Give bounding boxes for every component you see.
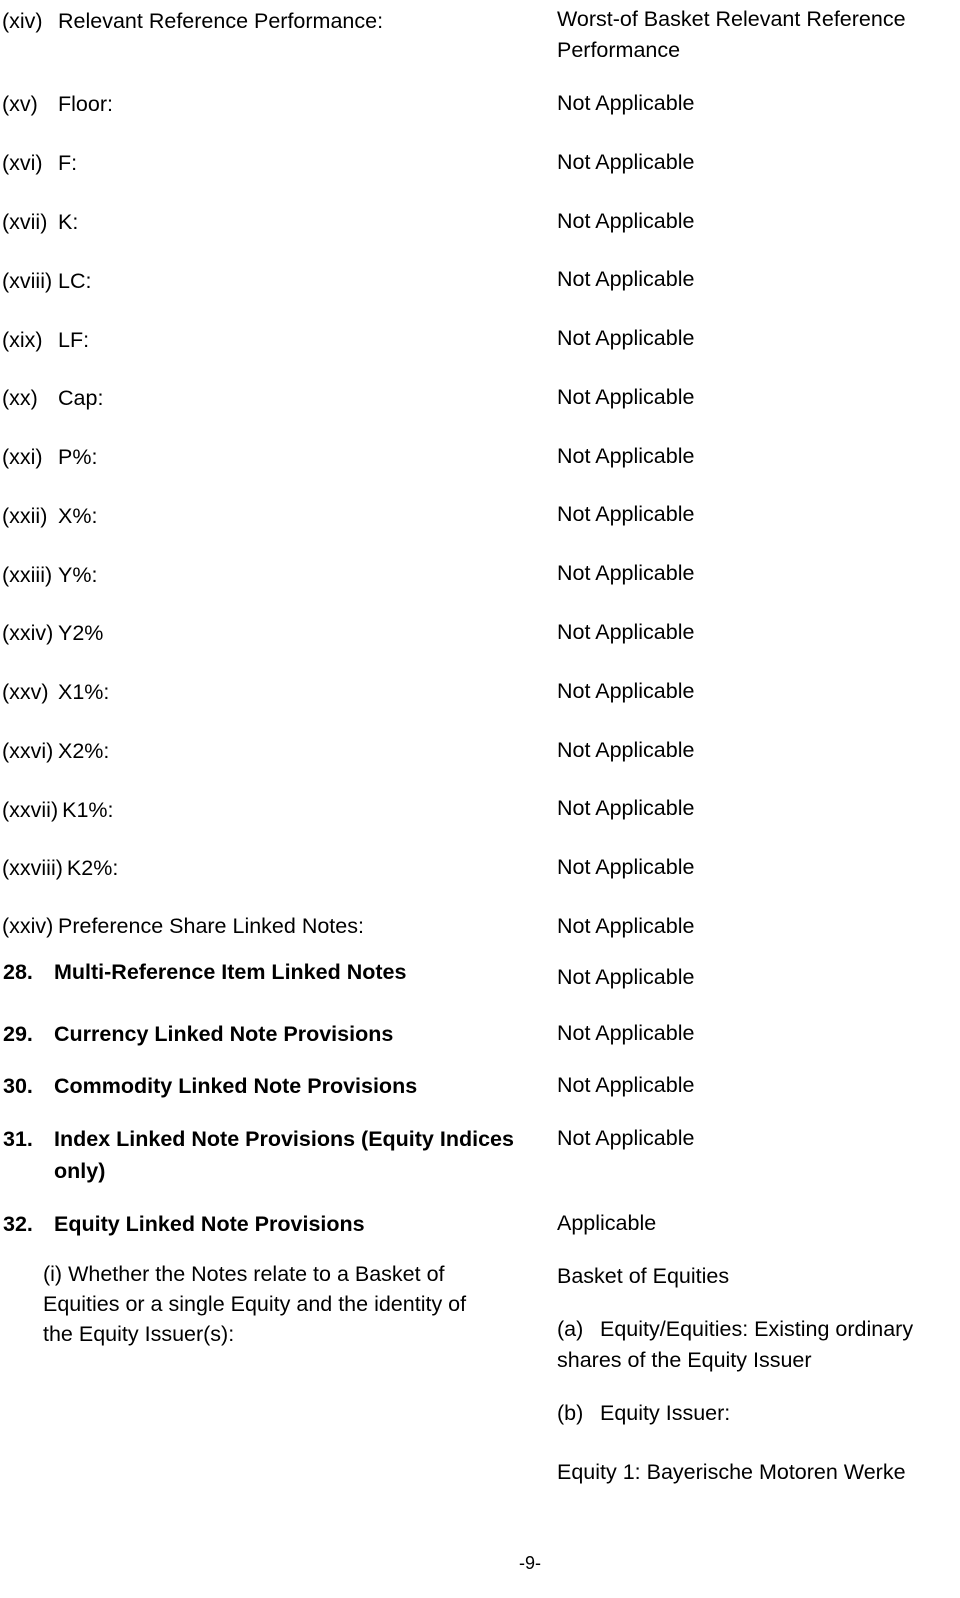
equity-1-issuer: Equity 1: Bayerische Motoren Werke — [557, 1460, 906, 1484]
item-label: Multi-Reference Item Linked Notes — [54, 960, 407, 984]
roman-item-label: X2%: — [58, 739, 110, 763]
list-item: (xxiv) Preference Share Linked Notes: — [2, 911, 542, 941]
roman-numeral: (xvi) — [2, 151, 43, 175]
roman-item-label: Floor: — [58, 92, 113, 116]
roman-numeral: (xxvii) — [2, 798, 59, 822]
document-page: (xiv) Relevant Reference Performance: (x… — [0, 0, 960, 1598]
roman-item-label: X%: — [58, 504, 98, 528]
list-item-value: Not Applicable — [557, 444, 695, 468]
roman-numeral: (xx) — [2, 386, 38, 410]
item-a-text: Equity/Equities: Existing ordinary share… — [557, 1317, 914, 1372]
list-item: (xiv) Relevant Reference Performance: — [2, 6, 542, 36]
equity-item-a: (a) Equity/Equities: Existing ordinary sh… — [557, 1314, 960, 1376]
numbered-item: 28. Multi-Reference Item Linked Notes — [3, 956, 523, 988]
roman-numeral: (xxii) — [2, 504, 48, 528]
item-b-tag: (b) — [557, 1401, 584, 1425]
roman-item-label: X1%: — [58, 680, 110, 704]
list-item: (xxviii) K2%: — [2, 853, 542, 883]
item-number: 30. — [3, 1074, 33, 1098]
roman-item-label: K: — [58, 210, 79, 234]
list-item: (xviii) LC: — [2, 266, 542, 296]
item-number: 32. — [3, 1212, 33, 1236]
list-item-value: Not Applicable — [557, 267, 695, 291]
roman-item-label: Y2% — [58, 621, 104, 645]
roman-item-label: Relevant Reference Performance: — [58, 9, 384, 33]
list-item: (xxii) X%: — [2, 501, 542, 531]
item-a-tag: (a) — [557, 1317, 584, 1341]
roman-item-label: K2%: — [66, 856, 119, 880]
item-label: Currency Linked Note Provisions — [54, 1022, 394, 1046]
roman-numeral: (xxvi) — [2, 739, 54, 763]
list-item: (xxvi) X2%: — [2, 736, 542, 766]
roman-numeral: (xxi) — [2, 445, 43, 469]
roman-item-label: LC: — [58, 269, 92, 293]
list-item-value: Not Applicable — [557, 150, 695, 174]
item-number: 28. — [3, 960, 33, 984]
roman-item-label: LF: — [58, 328, 90, 352]
list-item: (xxiii) Y%: — [2, 560, 542, 590]
roman-numeral: (xxiv) — [2, 621, 54, 645]
item-number: 31. — [3, 1127, 33, 1151]
roman-item-label: Preference Share Linked Notes: — [58, 914, 364, 938]
list-item: (xvii) K: — [2, 207, 542, 237]
roman-numeral: (xxv) — [2, 680, 49, 704]
item-label: Commodity Linked Note Provisions — [54, 1074, 418, 1098]
numbered-item-value: Not Applicable — [557, 1021, 695, 1045]
item-b-text: Equity Issuer: — [600, 1401, 731, 1425]
list-item-value: Not Applicable — [557, 620, 695, 644]
roman-numeral: (xxiii) — [2, 563, 53, 587]
list-item-value: Not Applicable — [557, 738, 695, 762]
list-item: (xxv) X1%: — [2, 677, 542, 707]
equity-basket-value: Basket of Equities — [557, 1264, 730, 1288]
list-item: (xv) Floor: — [2, 89, 542, 119]
equity-subitem-i: (i) Whether the Notes relate to a Basket… — [43, 1262, 467, 1346]
list-item-value: Not Applicable — [557, 326, 695, 350]
numbered-item: 30. Commodity Linked Note Provisions — [3, 1070, 523, 1102]
numbered-item-value: Not Applicable — [557, 965, 695, 989]
list-item: (xix) LF: — [2, 325, 542, 355]
roman-item-label: Cap: — [58, 386, 104, 410]
roman-item-label: F: — [58, 151, 78, 175]
roman-numeral: (xvii) — [2, 210, 48, 234]
list-item: (xxvii) K1%: — [2, 795, 542, 825]
list-item: (xx) Cap: — [2, 383, 542, 413]
roman-item-label: K1%: — [62, 798, 114, 822]
numbered-item-value: Not Applicable — [557, 1126, 695, 1150]
list-item: (xvi) F: — [2, 148, 542, 178]
item-label: Equity Linked Note Provisions — [54, 1212, 365, 1236]
roman-numeral: (xxviii) — [2, 856, 63, 880]
roman-numeral: (xviii) — [2, 269, 53, 293]
list-item-value: Not Applicable — [557, 385, 695, 409]
list-item-value: Not Applicable — [557, 914, 695, 938]
roman-item-label: P%: — [58, 445, 98, 469]
roman-numeral: (xxiv) — [2, 914, 54, 938]
list-item: (xxiv) Y2% — [2, 618, 542, 648]
item-label: Index Linked Note Provisions (Equity Ind… — [54, 1127, 520, 1183]
numbered-item-value: Not Applicable — [557, 1073, 695, 1097]
list-item-value: Not Applicable — [557, 561, 695, 585]
item-number: 29. — [3, 1022, 33, 1046]
numbered-item: 31. Index Linked Note Provisions (Equity… — [3, 1123, 523, 1187]
numbered-item-value: Applicable — [557, 1211, 657, 1235]
equity-item-b: (b) Equity Issuer: — [557, 1398, 960, 1429]
roman-numeral: (xix) — [2, 328, 43, 352]
list-item-value: Not Applicable — [557, 796, 695, 820]
list-item-value: Worst-of Basket Relevant Reference Perfo… — [557, 7, 912, 62]
page-number-footer: -9- — [519, 1553, 541, 1573]
roman-numeral: (xv) — [2, 92, 38, 116]
roman-item-label: Y%: — [58, 563, 98, 587]
list-item-value: Not Applicable — [557, 209, 695, 233]
list-item-value: Not Applicable — [557, 91, 695, 115]
list-item-value: Not Applicable — [557, 855, 695, 879]
numbered-item: 29. Currency Linked Note Provisions — [3, 1018, 523, 1050]
numbered-item: 32. Equity Linked Note Provisions — [3, 1208, 523, 1240]
list-item: (xxi) P%: — [2, 442, 542, 472]
list-item-value: Not Applicable — [557, 679, 695, 703]
list-item-value: Not Applicable — [557, 502, 695, 526]
roman-numeral: (xiv) — [2, 9, 43, 33]
